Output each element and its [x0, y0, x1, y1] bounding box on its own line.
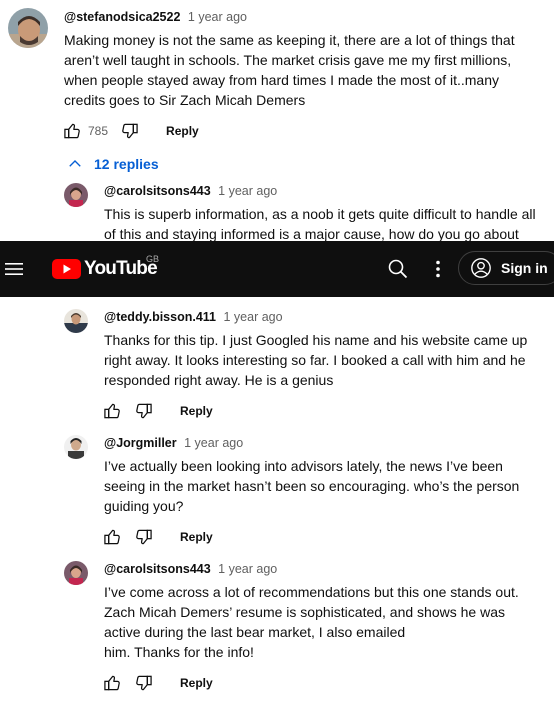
- comment-author[interactable]: @Jorgmiller: [104, 436, 177, 450]
- dislike-button[interactable]: [118, 119, 142, 143]
- comment-text: Making money is not the same as keeping …: [64, 32, 515, 108]
- comment-header: @teddy.bisson.411 1 year ago: [104, 310, 283, 324]
- like-button[interactable]: [100, 525, 124, 549]
- avatar[interactable]: [64, 183, 88, 207]
- thumb-down-icon: [120, 121, 140, 141]
- like-button[interactable]: [100, 399, 124, 423]
- comment-author[interactable]: @carolsitsons443: [104, 184, 211, 198]
- avatar[interactable]: [64, 309, 88, 333]
- comment-author[interactable]: @teddy.bisson.411: [104, 310, 216, 324]
- reply-button[interactable]: Reply: [180, 530, 213, 544]
- hamburger-menu-icon[interactable]: [2, 257, 26, 281]
- replies-count: 12 replies: [94, 156, 159, 172]
- like-count: 785: [88, 124, 109, 138]
- comment-time[interactable]: 1 year ago: [218, 184, 277, 198]
- reply-button[interactable]: Reply: [166, 124, 199, 138]
- reply-button[interactable]: Reply: [180, 676, 213, 690]
- comment-header: @stefanodsica2522 1 year ago: [64, 10, 247, 24]
- dislike-button[interactable]: [132, 525, 156, 549]
- account-circle-icon: [471, 258, 491, 278]
- sign-in-button[interactable]: Sign in: [458, 251, 554, 285]
- comment-time[interactable]: 1 year ago: [218, 562, 277, 576]
- dislike-button[interactable]: [132, 399, 156, 423]
- region-code: GB: [146, 254, 160, 264]
- youtube-logo[interactable]: YouTube: [52, 258, 158, 280]
- comment-text: Thanks for this tip. I just Googled his …: [104, 332, 528, 388]
- like-button[interactable]: [100, 671, 124, 695]
- thumb-up-icon: [102, 401, 122, 421]
- thumb-down-icon: [134, 673, 154, 693]
- dislike-button[interactable]: [132, 671, 156, 695]
- reply-button[interactable]: Reply: [180, 404, 213, 418]
- comment-author[interactable]: @stefanodsica2522: [64, 10, 180, 24]
- more-vertical-icon[interactable]: [426, 257, 450, 281]
- comment-time[interactable]: 1 year ago: [188, 10, 247, 24]
- thumb-down-icon: [134, 527, 154, 547]
- youtube-play-icon: [52, 259, 81, 279]
- like-button[interactable]: [60, 119, 84, 143]
- thumb-up-icon: [62, 121, 82, 141]
- search-icon[interactable]: [386, 257, 410, 281]
- comment-actions: 785 Reply: [60, 119, 199, 143]
- avatar[interactable]: [64, 561, 88, 585]
- comment-header: @carolsitsons443 1 year ago: [104, 562, 277, 576]
- chevron-up-icon: [69, 160, 81, 167]
- thumb-down-icon: [134, 401, 154, 421]
- comment-time[interactable]: 1 year ago: [184, 436, 243, 450]
- comment-time[interactable]: 1 year ago: [223, 310, 282, 324]
- replies-toggle[interactable]: 12 replies: [66, 154, 159, 174]
- thumb-up-icon: [102, 673, 122, 693]
- comment-text: This is superb information, as a noob it…: [104, 206, 536, 242]
- sign-in-label: Sign in: [501, 260, 548, 276]
- thumb-up-icon: [102, 527, 122, 547]
- comment-actions: Reply: [100, 525, 213, 549]
- comment-header: @Jorgmiller 1 year ago: [104, 436, 243, 450]
- top-bar: YouTube GB Sign in: [0, 241, 554, 297]
- comment-text: I’ve actually been looking into advisors…: [104, 458, 520, 514]
- avatar[interactable]: [64, 435, 88, 459]
- comment-actions: Reply: [100, 671, 213, 695]
- comment-author[interactable]: @carolsitsons443: [104, 562, 211, 576]
- avatar[interactable]: [8, 8, 48, 48]
- comment-text: I’ve come across a lot of recommendation…: [104, 584, 519, 660]
- comment-actions: Reply: [100, 399, 213, 423]
- comment-header: @carolsitsons443 1 year ago: [104, 184, 277, 198]
